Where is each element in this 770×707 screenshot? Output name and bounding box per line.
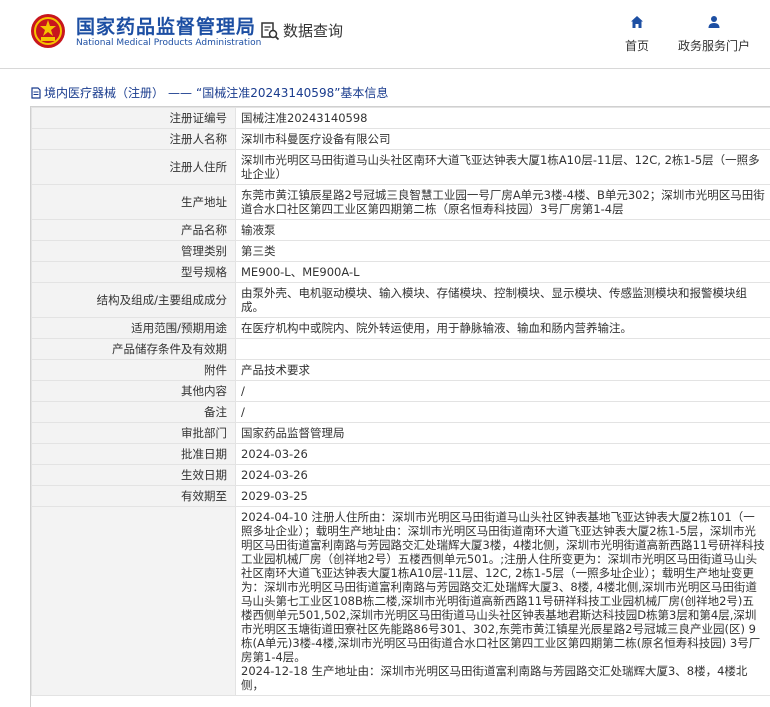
table-row: 其他内容 /	[32, 381, 770, 402]
row-value: 东莞市黄江镇辰星路2号冠城三良智慧工业园一号厂房A单元3楼-4楼、B单元302；…	[236, 185, 770, 220]
row-value: 国家药品监督管理局	[236, 423, 770, 444]
row-key: 产品储存条件及有效期	[32, 339, 236, 360]
row-value: 深圳市光明区马田街道马山头社区南环大道飞亚达钟表大厦1栋A10层-11层、12C…	[236, 150, 770, 185]
row-value: 2024-03-26	[236, 444, 770, 465]
row-key: 注册证编号	[32, 108, 236, 129]
national-emblem-icon	[30, 13, 66, 49]
data-query-label: 数据查询	[283, 20, 343, 41]
table-row: 生效日期 2024-03-26	[32, 465, 770, 486]
row-key: 批准日期	[32, 444, 236, 465]
row-key: 型号规格	[32, 262, 236, 283]
row-value: 2024-03-26	[236, 465, 770, 486]
row-key: 其他内容	[32, 381, 236, 402]
table-row: 审批部门 国家药品监督管理局	[32, 423, 770, 444]
table-row: 附件 产品技术要求	[32, 360, 770, 381]
nav-home[interactable]: 首页	[620, 14, 654, 54]
row-value: 2029-03-25	[236, 486, 770, 507]
row-key: 管理类别	[32, 241, 236, 262]
header-divider	[0, 68, 770, 69]
row-key: 生产地址	[32, 185, 236, 220]
table-row: 有效期至 2029-03-25	[32, 486, 770, 507]
data-search-icon	[260, 21, 280, 41]
document-icon	[30, 87, 42, 99]
row-value: ME900-L、ME900A-L	[236, 262, 770, 283]
table-row-change-history: 2024-04-10 注册人住所由：深圳市光明区马田街道马山头社区钟表基地飞亚达…	[32, 507, 770, 696]
row-value: /	[236, 381, 770, 402]
row-value: 由泵外壳、电机驱动模块、输入模块、存储模块、控制模块、显示模块、传感监测模块和报…	[236, 283, 770, 318]
site-header: 国家药品监督管理局 National Medical Products Admi…	[0, 0, 770, 68]
row-value: 国械注准20243140598	[236, 108, 770, 129]
row-value: 第三类	[236, 241, 770, 262]
breadcrumb-category[interactable]: 境内医疗器械（注册）	[44, 84, 164, 101]
table-row: 注册证编号 国械注准20243140598	[32, 108, 770, 129]
row-key: 生效日期	[32, 465, 236, 486]
nav-gov-service[interactable]: 政务服务门户	[674, 14, 754, 54]
user-icon	[707, 15, 721, 29]
row-key: 有效期至	[32, 486, 236, 507]
breadcrumb-separator: ——	[168, 86, 192, 100]
row-key: 适用范围/预期用途	[32, 318, 236, 339]
row-key: 附件	[32, 360, 236, 381]
row-key: 注册人名称	[32, 129, 236, 150]
row-key: 结构及组成/主要组成成分	[32, 283, 236, 318]
table-row: 备注 /	[32, 402, 770, 423]
site-name-cn: 国家药品监督管理局	[76, 12, 256, 39]
row-key: 注册人住所	[32, 150, 236, 185]
table-row: 批准日期 2024-03-26	[32, 444, 770, 465]
row-value: /	[236, 402, 770, 423]
table-row: 生产地址 东莞市黄江镇辰星路2号冠城三良智慧工业园一号厂房A单元3楼-4楼、B单…	[32, 185, 770, 220]
table-row: 产品名称 输液泵	[32, 220, 770, 241]
table-row: 适用范围/预期用途 在医疗机构中或院内、院外转运使用，用于静脉输液、输血和肠内营…	[32, 318, 770, 339]
breadcrumb: 境内医疗器械（注册） —— “国械注准20243140598”基本信息	[30, 84, 388, 101]
breadcrumb-current: “国械注准20243140598”基本信息	[196, 84, 388, 101]
detail-table: 注册证编号 国械注准20243140598 注册人名称 深圳市科曼医疗设备有限公…	[31, 107, 770, 696]
row-value: 输液泵	[236, 220, 770, 241]
data-query-title[interactable]: 数据查询	[260, 20, 343, 41]
table-row: 型号规格 ME900-L、ME900A-L	[32, 262, 770, 283]
row-value: 在医疗机构中或院内、院外转运使用，用于静脉输液、输血和肠内营养输注。	[236, 318, 770, 339]
row-key: 产品名称	[32, 220, 236, 241]
table-row: 管理类别 第三类	[32, 241, 770, 262]
home-icon	[630, 15, 644, 29]
row-key: 备注	[32, 402, 236, 423]
change-history-value: 2024-04-10 注册人住所由：深圳市光明区马田街道马山头社区钟表基地飞亚达…	[236, 507, 770, 696]
table-row: 产品储存条件及有效期	[32, 339, 770, 360]
nav-gov-service-label: 政务服务门户	[674, 37, 754, 54]
row-key: 审批部门	[32, 423, 236, 444]
row-value	[236, 339, 770, 360]
table-row: 结构及组成/主要组成成分 由泵外壳、电机驱动模块、输入模块、存储模块、控制模块、…	[32, 283, 770, 318]
detail-panel: 注册证编号 国械注准20243140598 注册人名称 深圳市科曼医疗设备有限公…	[30, 106, 770, 707]
row-value: 深圳市科曼医疗设备有限公司	[236, 129, 770, 150]
table-row: 注册人住所 深圳市光明区马田街道马山头社区南环大道飞亚达钟表大厦1栋A10层-1…	[32, 150, 770, 185]
site-name-en: National Medical Products Administration	[76, 38, 261, 48]
table-row: 注册人名称 深圳市科曼医疗设备有限公司	[32, 129, 770, 150]
row-value: 产品技术要求	[236, 360, 770, 381]
nav-home-label: 首页	[620, 37, 654, 54]
row-key	[32, 507, 236, 696]
